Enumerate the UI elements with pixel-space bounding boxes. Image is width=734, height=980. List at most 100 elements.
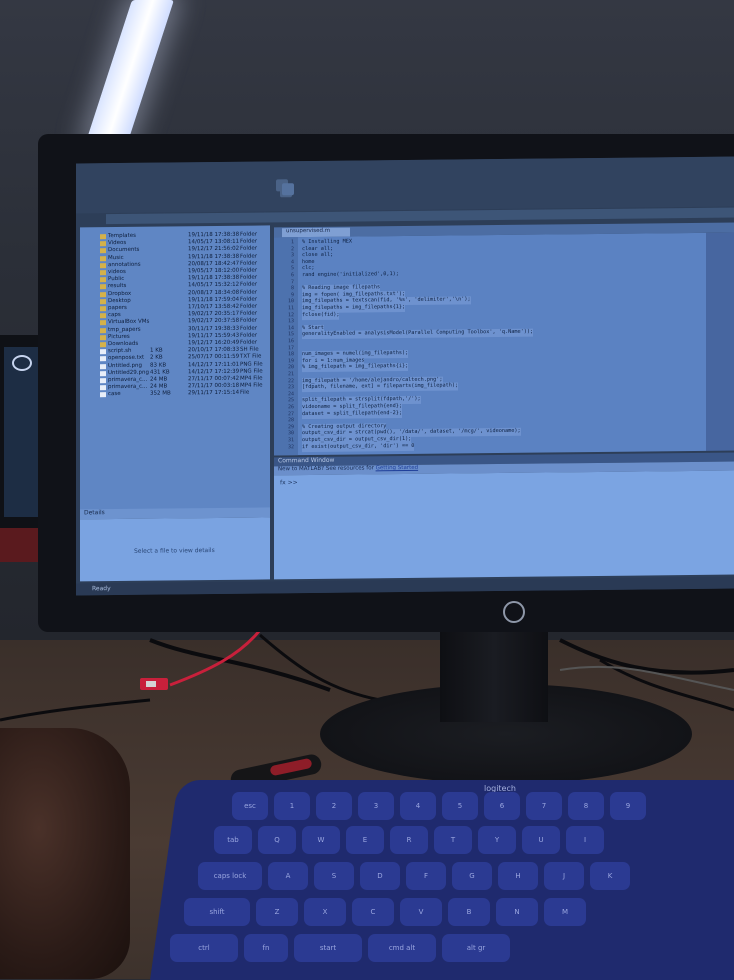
line-number: 10 [287,298,294,305]
file-type: File [240,390,250,397]
file-date: 19/11/18 17:38:38 [188,253,240,260]
file-icon [100,392,106,398]
file-name: Downloads [108,340,139,348]
file-size: 24 MB [150,376,168,383]
file-name: videos [108,268,126,276]
key: fn [244,934,288,962]
folder-icon [100,255,106,261]
file-type: PNG File [240,361,263,368]
file-name: tmp_papers [108,326,141,333]
line-number: 11 [287,305,294,312]
file-date: 27/11/17 00:03:18 [188,382,240,390]
line-number: 4 [290,258,294,266]
code-line[interactable]: fclose(fid); [302,311,340,320]
key: S [314,862,354,890]
code-line[interactable]: dataset = split_filepath{end-2}; [302,409,402,419]
folder-icon [100,241,106,247]
key: 6 [484,792,520,820]
key: F [406,862,446,890]
code-line[interactable]: % img_filepath = img_filepaths{i}; [302,363,409,373]
folder-icon [100,234,106,240]
file-date: 20/10/17 17:08:33 [188,346,240,354]
key: Y [478,826,516,854]
key: W [302,826,340,854]
line-number: 13 [287,318,294,325]
line-number: 25 [287,397,294,404]
file-name: caps [108,312,121,319]
file-size: 83 KB [150,362,167,369]
line-number: 20 [287,364,294,371]
line-number: 12 [287,311,294,318]
file-name: Templates [108,232,136,240]
file-name: Desktop [108,297,131,304]
file-name: Videos [108,240,127,247]
folder-icon [100,270,106,276]
file-date: 14/12/17 17:11:01 [188,361,240,368]
line-number: 21 [287,371,294,378]
file-date: 27/11/17 00:07:42 [188,375,240,383]
line-number: 30 [287,430,294,437]
folder-icon [100,327,106,333]
getting-started-link[interactable]: Getting Started [376,465,419,471]
folder-icon [100,306,106,312]
file-date: 19/02/17 20:35:17 [188,310,240,318]
key: esc [232,792,268,820]
file-name: primavera_c... [108,383,148,391]
folder-icon [100,262,106,269]
run-icon[interactable] [282,183,294,196]
hand [0,728,130,979]
line-number: 28 [287,417,294,424]
file-size: 352 MB [150,390,171,398]
file-date: 19/11/18 17:59:04 [188,296,240,304]
code-line[interactable]: rand engine('initialized',0,1); [302,271,399,280]
file-name: Public [108,276,125,283]
banner-text: New to MATLAB? See resources for [278,465,376,473]
file-type: Folder [240,238,257,245]
key: Z [256,898,298,926]
line-number: 29 [287,423,294,431]
key: D [360,862,400,890]
file-size: 2 KB [150,354,163,362]
line-number: 6 [290,272,294,279]
file-type: PNG File [240,368,263,375]
monitor-stand-neck [440,630,548,722]
command-window[interactable] [274,470,734,580]
file-name: case [108,391,121,398]
file-size: 431 KB [150,369,170,376]
file-type: SH File [240,346,259,353]
key: 5 [442,792,478,820]
key: 4 [400,792,436,820]
file-type: Folder [240,296,257,303]
line-number: 24 [287,390,294,398]
file-type: Folder [240,303,257,310]
file-name: VirtualBox VMs [108,319,150,326]
file-date: 19/12/17 16:20:49 [188,339,240,347]
file-date: 19/12/17 21:56:02 [188,246,240,253]
key: 8 [568,792,604,820]
file-type: MP4 File [240,375,263,382]
line-number: 18 [287,351,294,358]
key: alt gr [442,934,510,962]
line-number: 2 [290,245,294,252]
line-number: 26 [287,404,294,411]
file-type: Folder [240,332,257,339]
code-line[interactable]: if exist(output_csv_dir, 'dir') == 0 [302,442,415,452]
folder-icon [100,320,106,326]
file-icon [100,363,106,369]
details-title: Details [84,509,105,517]
key: N [496,898,538,926]
file-icon [100,378,106,384]
file-name: Dropbox [108,290,132,297]
file-type: Folder [240,274,257,281]
file-date: 19/11/18 17:38:38 [188,274,240,282]
status-text: Ready [92,585,111,593]
line-number: 7 [290,278,294,285]
code-line[interactable]: [fdpath, filename, ext] = fileparts(img_… [302,382,459,393]
file-type: Folder [240,325,257,332]
key: 7 [526,792,562,820]
file-date: 14/12/17 17:12:39 [188,368,240,376]
file-type: Folder [240,260,257,267]
code-editor[interactable] [274,232,706,456]
key: Q [258,826,296,854]
file-type: TXT File [240,353,262,361]
